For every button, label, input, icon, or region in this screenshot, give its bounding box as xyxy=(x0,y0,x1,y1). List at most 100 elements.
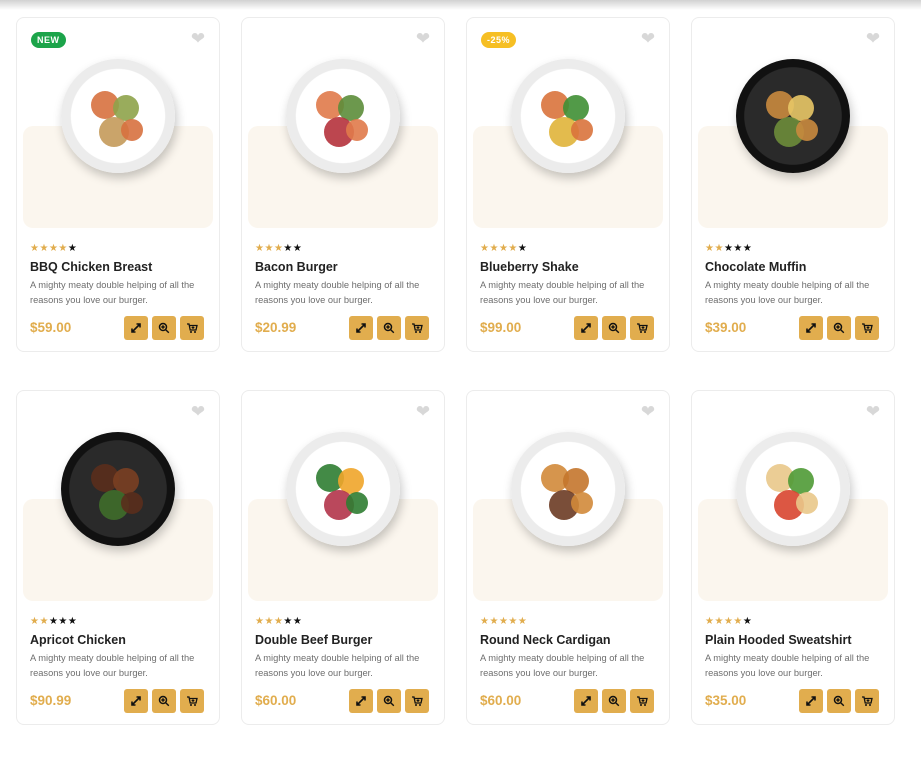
star-filled-icon: ★ xyxy=(489,243,499,254)
add-to-cart-icon xyxy=(637,696,648,706)
product-name[interactable]: Apricot Chicken xyxy=(30,633,126,647)
heart-icon[interactable]: ❤ xyxy=(189,30,207,48)
product-description: A mighty meaty double helping of all the… xyxy=(480,280,645,305)
product-card[interactable]: ❤ ★★★★★ Round Neck Cardigan A mighty mea… xyxy=(466,390,670,725)
quick-view-button[interactable] xyxy=(152,316,176,340)
rating-stars: ★★★★★ xyxy=(30,616,77,627)
add-to-cart-icon xyxy=(637,323,648,333)
product-description: A mighty meaty double helping of all the… xyxy=(30,280,195,305)
compare-button[interactable] xyxy=(574,689,598,713)
food-plate xyxy=(61,59,175,173)
product-badge: NEW xyxy=(31,32,66,48)
quick-view-button[interactable] xyxy=(827,316,851,340)
product-description: A mighty meaty double helping of all the… xyxy=(480,653,645,678)
quick-view-button[interactable] xyxy=(602,689,626,713)
compare-button[interactable] xyxy=(799,689,823,713)
product-card[interactable]: NEW ❤ ★★★★★ BBQ Chicken Breast A mighty … xyxy=(16,17,220,352)
product-image[interactable]: ❤ xyxy=(242,18,446,233)
product-actions xyxy=(124,316,204,340)
add-to-cart-button[interactable] xyxy=(855,316,879,340)
quick-view-button[interactable] xyxy=(152,689,176,713)
food-plate xyxy=(61,432,175,546)
product-actions xyxy=(349,689,429,713)
product-image[interactable]: -25% ❤ xyxy=(467,18,671,233)
product-image[interactable]: NEW ❤ xyxy=(17,18,221,233)
food-plate xyxy=(511,432,625,546)
product-name[interactable]: Double Beef Burger xyxy=(255,633,372,647)
quick-view-button[interactable] xyxy=(377,689,401,713)
food-plate xyxy=(511,59,625,173)
compare-button[interactable] xyxy=(799,316,823,340)
product-price: $99.00 xyxy=(480,320,522,335)
heart-icon[interactable]: ❤ xyxy=(864,30,882,48)
add-to-cart-button[interactable] xyxy=(180,689,204,713)
compare-button[interactable] xyxy=(574,316,598,340)
product-image[interactable]: ❤ xyxy=(692,391,896,606)
star-filled-icon: ★ xyxy=(39,243,49,254)
product-name[interactable]: Bacon Burger xyxy=(255,260,338,274)
product-image[interactable]: ❤ xyxy=(692,18,896,233)
product-name[interactable]: Plain Hooded Sweatshirt xyxy=(705,633,852,647)
add-to-cart-button[interactable] xyxy=(405,316,429,340)
product-name[interactable]: BBQ Chicken Breast xyxy=(30,260,152,274)
compare-arrows-icon xyxy=(581,323,591,333)
star-filled-icon: ★ xyxy=(714,616,724,627)
food-portion xyxy=(121,119,143,141)
compare-arrows-icon xyxy=(806,323,816,333)
heart-icon[interactable]: ❤ xyxy=(639,403,657,421)
product-card[interactable]: ❤ ★★★★★ Chocolate Muffin A mighty meaty … xyxy=(691,17,895,352)
add-to-cart-button[interactable] xyxy=(630,316,654,340)
product-price: $39.00 xyxy=(705,320,747,335)
compare-arrows-icon xyxy=(356,696,366,706)
add-to-cart-button[interactable] xyxy=(405,689,429,713)
star-empty-icon: ★ xyxy=(283,243,293,254)
heart-icon[interactable]: ❤ xyxy=(639,30,657,48)
quick-view-button[interactable] xyxy=(827,689,851,713)
product-name[interactable]: Blueberry Shake xyxy=(480,260,579,274)
heart-icon[interactable]: ❤ xyxy=(864,403,882,421)
product-image[interactable]: ❤ xyxy=(467,391,671,606)
compare-button[interactable] xyxy=(349,689,373,713)
product-description: A mighty meaty double helping of all the… xyxy=(255,280,420,305)
star-filled-icon: ★ xyxy=(58,243,68,254)
quick-view-button[interactable] xyxy=(377,316,401,340)
product-name[interactable]: Round Neck Cardigan xyxy=(480,633,611,647)
food-portion xyxy=(796,492,818,514)
quick-view-button[interactable] xyxy=(602,316,626,340)
add-to-cart-button[interactable] xyxy=(180,316,204,340)
product-price: $20.99 xyxy=(255,320,297,335)
compare-button[interactable] xyxy=(349,316,373,340)
star-empty-icon: ★ xyxy=(67,243,78,254)
star-empty-icon: ★ xyxy=(742,243,753,254)
food-portion xyxy=(346,119,368,141)
compare-button[interactable] xyxy=(124,316,148,340)
star-empty-icon: ★ xyxy=(283,616,293,627)
add-to-cart-button[interactable] xyxy=(855,689,879,713)
product-name[interactable]: Chocolate Muffin xyxy=(705,260,806,274)
compare-arrows-icon xyxy=(581,696,591,706)
star-empty-icon: ★ xyxy=(48,616,59,627)
heart-icon[interactable]: ❤ xyxy=(414,30,432,48)
add-to-cart-button[interactable] xyxy=(630,689,654,713)
star-filled-icon: ★ xyxy=(517,616,528,627)
product-card[interactable]: ❤ ★★★★★ Plain Hooded Sweatshirt A mighty… xyxy=(691,390,895,725)
product-description: A mighty meaty double helping of all the… xyxy=(705,653,870,678)
compare-arrows-icon xyxy=(131,696,141,706)
add-to-cart-icon xyxy=(412,696,423,706)
product-card[interactable]: ❤ ★★★★★ Double Beef Burger A mighty meat… xyxy=(241,390,445,725)
product-card[interactable]: -25% ❤ ★★★★★ Blueberry Shake A mighty me… xyxy=(466,17,670,352)
product-price: $60.00 xyxy=(255,693,297,708)
star-empty-icon: ★ xyxy=(292,616,303,627)
product-price: $90.99 xyxy=(30,693,72,708)
header-shadow xyxy=(0,0,921,10)
product-image[interactable]: ❤ xyxy=(17,391,221,606)
food-plate xyxy=(736,432,850,546)
heart-icon[interactable]: ❤ xyxy=(414,403,432,421)
product-image[interactable]: ❤ xyxy=(242,391,446,606)
product-card[interactable]: ❤ ★★★★★ Bacon Burger A mighty meaty doub… xyxy=(241,17,445,352)
product-actions xyxy=(574,689,654,713)
compare-button[interactable] xyxy=(124,689,148,713)
heart-icon[interactable]: ❤ xyxy=(189,403,207,421)
product-card[interactable]: ❤ ★★★★★ Apricot Chicken A mighty meaty d… xyxy=(16,390,220,725)
zoom-in-icon xyxy=(158,695,170,707)
